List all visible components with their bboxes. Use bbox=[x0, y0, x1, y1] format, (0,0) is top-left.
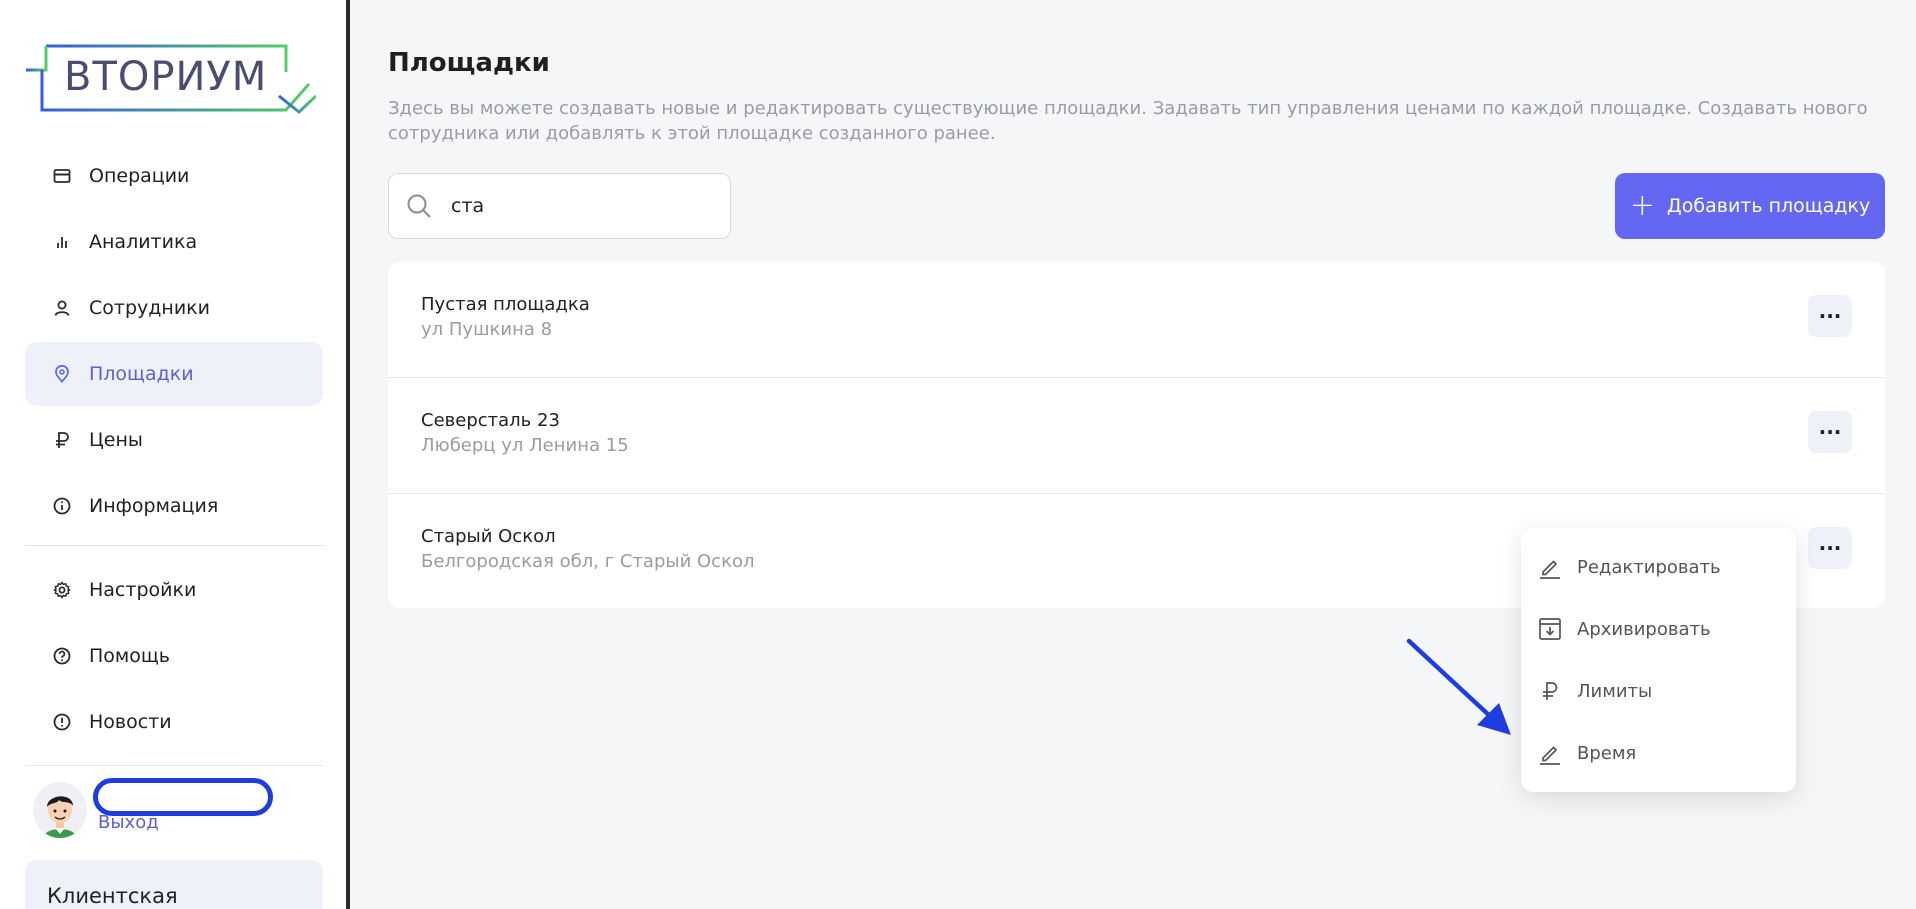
page-description: Здесь вы можете создавать новые и редакт… bbox=[388, 98, 1868, 144]
sidebar-secondary-nav: Настройки Помощь Новости bbox=[25, 558, 323, 756]
user-name-redacted bbox=[93, 778, 273, 816]
site-address: Белгородская обл, г Старый Оскол bbox=[421, 551, 755, 572]
brand-logo[interactable]: ВТОРИУМ bbox=[24, 44, 318, 114]
more-actions-button[interactable]: ··· bbox=[1808, 295, 1852, 337]
menu-item-archive[interactable]: Архивировать bbox=[1521, 604, 1796, 654]
sidebar-item-prices[interactable]: Цены bbox=[25, 408, 323, 472]
logout-link[interactable]: Выход bbox=[98, 812, 159, 833]
sidebar-item-analytics[interactable]: Аналитика bbox=[25, 210, 323, 274]
site-name: Старый Оскол bbox=[421, 526, 556, 547]
menu-item-label: Время bbox=[1577, 742, 1637, 764]
site-address: Люберц ул Ленина 15 bbox=[421, 435, 629, 456]
site-name: Пустая площадка bbox=[421, 294, 590, 315]
chart-icon bbox=[51, 231, 73, 253]
sidebar-item-label: Цены bbox=[89, 429, 143, 451]
sidebar-item-settings[interactable]: Настройки bbox=[25, 558, 323, 622]
page-title: Площадки bbox=[388, 48, 550, 78]
sidebar-item-label: Информация bbox=[89, 495, 219, 517]
site-address: ул Пушкина 8 bbox=[421, 319, 553, 340]
ruble-icon bbox=[51, 429, 73, 451]
plus-icon: + bbox=[1629, 188, 1655, 223]
client-mode-label: Клиентская bbox=[47, 884, 178, 908]
sidebar-item-employees[interactable]: Сотрудники bbox=[25, 276, 323, 340]
gear-icon bbox=[51, 579, 73, 601]
card-icon bbox=[51, 165, 73, 187]
menu-item-limits[interactable]: Лимиты bbox=[1521, 666, 1796, 716]
sidebar-item-label: Операции bbox=[89, 165, 190, 187]
help-icon bbox=[51, 645, 73, 667]
user-block: Выход bbox=[25, 778, 323, 846]
search-box[interactable] bbox=[388, 173, 731, 239]
location-icon bbox=[51, 363, 73, 385]
search-input[interactable] bbox=[451, 195, 711, 217]
site-name: Северсталь 23 bbox=[421, 410, 560, 431]
sidebar-divider bbox=[25, 545, 323, 546]
alert-icon bbox=[51, 711, 73, 733]
archive-icon bbox=[1537, 616, 1563, 642]
sidebar-divider bbox=[25, 765, 323, 766]
more-actions-button[interactable]: ··· bbox=[1808, 527, 1852, 569]
client-mode-panel[interactable]: Клиентская bbox=[25, 860, 323, 909]
menu-item-label: Лимиты bbox=[1577, 680, 1653, 702]
sidebar-item-news[interactable]: Новости bbox=[25, 690, 323, 754]
sidebar-item-label: Помощь bbox=[89, 645, 170, 667]
add-site-label: Добавить площадку bbox=[1666, 195, 1871, 217]
more-actions-button[interactable]: ··· bbox=[1808, 411, 1852, 453]
sidebar-item-label: Новости bbox=[89, 711, 172, 733]
sidebar-item-information[interactable]: Информация bbox=[25, 474, 323, 538]
sidebar-item-label: Сотрудники bbox=[89, 297, 210, 319]
sidebar-nav: Операции Аналитика Сотрудники Площадки Ц… bbox=[25, 144, 323, 540]
site-row[interactable]: Северсталь 23 Люберц ул Ленина 15 ··· bbox=[388, 378, 1885, 494]
menu-item-label: Архивировать bbox=[1577, 618, 1711, 640]
menu-item-edit[interactable]: Редактировать bbox=[1521, 542, 1796, 592]
menu-item-label: Редактировать bbox=[1577, 556, 1721, 578]
site-context-menu: Редактировать Архивировать Лимиты Время bbox=[1521, 528, 1796, 792]
sidebar-item-label: Площадки bbox=[89, 363, 194, 385]
menu-item-time[interactable]: Время bbox=[1521, 728, 1796, 778]
sidebar-item-label: Настройки bbox=[89, 579, 197, 601]
pencil-icon bbox=[1537, 554, 1563, 580]
avatar[interactable] bbox=[33, 782, 87, 838]
sidebar-item-sites[interactable]: Площадки bbox=[25, 342, 323, 406]
sidebar-item-operations[interactable]: Операции bbox=[25, 144, 323, 208]
info-icon bbox=[51, 495, 73, 517]
pencil-icon bbox=[1537, 740, 1563, 766]
sidebar-item-help[interactable]: Помощь bbox=[25, 624, 323, 688]
site-row[interactable]: Пустая площадка ул Пушкина 8 ··· bbox=[388, 262, 1885, 378]
sidebar-item-label: Аналитика bbox=[89, 231, 198, 253]
ruble-icon bbox=[1537, 678, 1563, 704]
add-site-button[interactable]: + Добавить площадку bbox=[1615, 173, 1885, 239]
sidebar: ВТОРИУМ Операции Аналитика Сотрудники Пл… bbox=[0, 0, 350, 909]
annotation-arrow-icon bbox=[1406, 638, 1511, 735]
search-icon bbox=[407, 194, 431, 218]
logo-text: ВТОРИУМ bbox=[64, 54, 268, 100]
user-icon bbox=[51, 297, 73, 319]
